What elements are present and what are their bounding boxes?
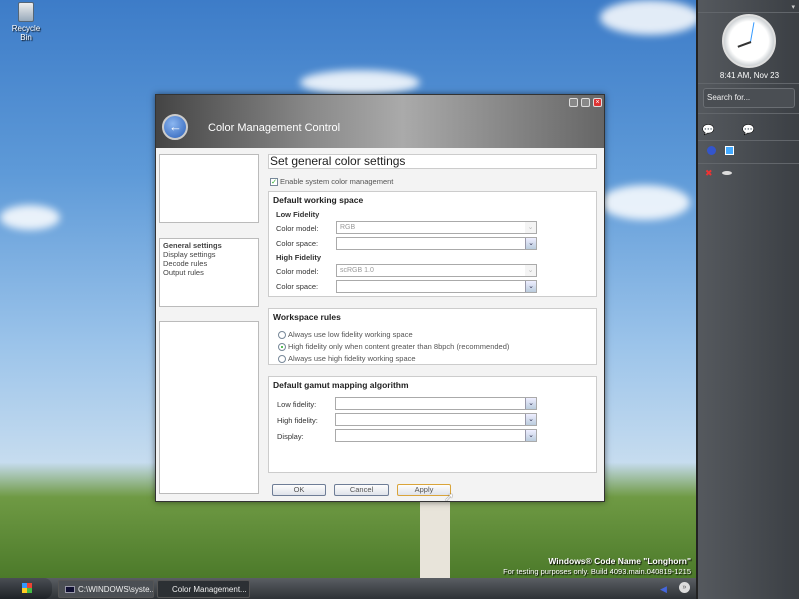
low-fidelity-title: Low Fidelity <box>276 210 320 219</box>
gamut-high-fidelity-select[interactable]: ⌄ <box>335 413 537 426</box>
recycle-bin-label: Recycle Bin <box>11 24 41 42</box>
high-color-space-select[interactable]: ⌄ <box>336 280 537 293</box>
console-icon <box>65 586 75 594</box>
high-fidelity-label: High fidelity: <box>277 416 318 425</box>
watermark-title: Windows® Code Name "Longhorn" <box>548 556 691 566</box>
start-button[interactable] <box>0 578 52 599</box>
chevron-down-icon: ⌄ <box>525 398 536 409</box>
network-icon[interactable] <box>707 146 716 155</box>
volume-icon[interactable]: ◀ <box>660 584 667 595</box>
chevron-down-icon: ⌄ <box>525 281 536 292</box>
title-bar: ← Color Management Control × <box>156 95 604 148</box>
minimize-button[interactable] <box>569 98 578 107</box>
low-color-model-select: RGB ⌄ <box>336 221 537 234</box>
nav-output-rules[interactable]: Output rules <box>163 268 204 277</box>
radio-label: Always use low fidelity working space <box>288 330 413 339</box>
select-value: scRGB 1.0 <box>340 267 374 274</box>
back-button[interactable]: ← <box>162 114 188 140</box>
radio-label: Always use high fidelity working space <box>288 354 416 363</box>
gamut-mapping-group: Default gamut mapping algorithm Low fide… <box>268 376 597 473</box>
apply-button[interactable]: Apply <box>397 484 451 496</box>
chevron-down-icon: ⌄ <box>525 430 536 441</box>
chevron-down-icon: ⌄ <box>525 265 536 276</box>
taskbar-item-cmd[interactable]: C:\WINDOWS\syste... <box>58 580 154 598</box>
color-space-label: Color space: <box>276 282 319 291</box>
color-model-label: Color model: <box>276 267 319 276</box>
chat-icon[interactable]: 💬 <box>742 125 754 136</box>
group-title: Default working space <box>273 195 364 205</box>
ok-button[interactable]: OK <box>272 484 326 496</box>
window-icon[interactable] <box>725 146 734 155</box>
display-label: Display: <box>277 432 304 441</box>
high-color-model-select: scRGB 1.0 ⌄ <box>336 264 537 277</box>
device-icon[interactable] <box>722 171 732 175</box>
low-fidelity-label: Low fidelity: <box>277 400 317 409</box>
radio-selected-icon <box>278 343 286 352</box>
page-heading: Set general color settings <box>268 154 597 169</box>
taskbar-item-label: Color Management... <box>172 585 247 594</box>
enable-label: Enable system color management <box>280 177 394 186</box>
close-button[interactable]: × <box>593 98 602 107</box>
radio-low-fidelity[interactable]: Always use low fidelity working space <box>278 330 413 340</box>
chat-icon[interactable]: 💬 <box>702 125 714 136</box>
nav-pane: General settings Display settings Decode… <box>159 238 259 307</box>
preview-pane <box>159 154 259 223</box>
gamut-display-select[interactable]: ⌄ <box>335 429 537 442</box>
radio-icon <box>278 355 286 364</box>
radio-label: High fidelity only when content greater … <box>288 342 510 351</box>
chevron-down-icon: ⌄ <box>525 222 536 233</box>
nav-display-settings[interactable]: Display settings <box>163 250 216 259</box>
cancel-button[interactable]: Cancel <box>334 484 389 496</box>
expand-tray-icon[interactable]: » <box>679 582 690 593</box>
mouse-cursor-icon: ➚ <box>444 490 455 504</box>
back-arrow-icon: ← <box>169 119 182 134</box>
clock-icon <box>722 14 776 68</box>
sidebar-menu-icon[interactable]: ▾ <box>791 3 795 11</box>
disconnected-icon[interactable]: ✖ <box>705 168 713 179</box>
info-pane <box>159 321 259 494</box>
recycle-bin-icon <box>18 2 34 22</box>
default-working-space-group: Default working space Low Fidelity Color… <box>268 191 597 297</box>
color-management-dialog: ← Color Management Control × General set… <box>155 94 605 502</box>
chevron-down-icon: ⌄ <box>525 414 536 425</box>
high-fidelity-title: High Fidelity <box>276 253 321 262</box>
radio-icon <box>278 331 286 340</box>
maximize-button[interactable] <box>581 98 590 107</box>
radio-high-fidelity-always[interactable]: Always use high fidelity working space <box>278 354 416 364</box>
watermark-build: For testing purposes only. Build 4093.ma… <box>503 567 691 576</box>
low-color-space-select[interactable]: ⌄ <box>336 237 537 250</box>
sidebar: ▾ 8:41 AM, Nov 23 Search for... 💬 💬 ✖ <box>696 0 799 599</box>
nav-decode-rules[interactable]: Decode rules <box>163 259 207 268</box>
radio-high-fidelity-8bpch[interactable]: High fidelity only when content greater … <box>278 342 510 352</box>
taskbar-item-label: C:\WINDOWS\syste... <box>78 585 154 594</box>
recycle-bin[interactable]: Recycle Bin <box>6 2 46 42</box>
gamut-low-fidelity-select[interactable]: ⌄ <box>335 397 537 410</box>
color-model-label: Color model: <box>276 224 319 233</box>
windows-logo-icon <box>22 583 32 593</box>
tree-trunk <box>420 495 450 578</box>
group-title: Default gamut mapping algorithm <box>273 380 409 390</box>
taskbar: C:\WINDOWS\syste... Color Management... … <box>0 578 696 599</box>
taskbar-item-color-management[interactable]: Color Management... <box>157 580 250 598</box>
search-input[interactable]: Search for... <box>703 88 795 108</box>
chevron-down-icon: ⌄ <box>525 238 536 249</box>
color-space-label: Color space: <box>276 239 319 248</box>
select-value: RGB <box>340 224 356 231</box>
checkbox-checked-icon: ✓ <box>270 178 278 187</box>
workspace-rules-group: Workspace rules Always use low fidelity … <box>268 308 597 365</box>
enable-color-management-checkbox[interactable]: ✓ Enable system color management <box>270 177 394 187</box>
clock-text: 8:41 AM, Nov 23 <box>719 71 780 80</box>
dialog-title: Color Management Control <box>208 122 341 134</box>
group-title: Workspace rules <box>273 312 341 322</box>
nav-general-settings[interactable]: General settings <box>163 241 222 250</box>
